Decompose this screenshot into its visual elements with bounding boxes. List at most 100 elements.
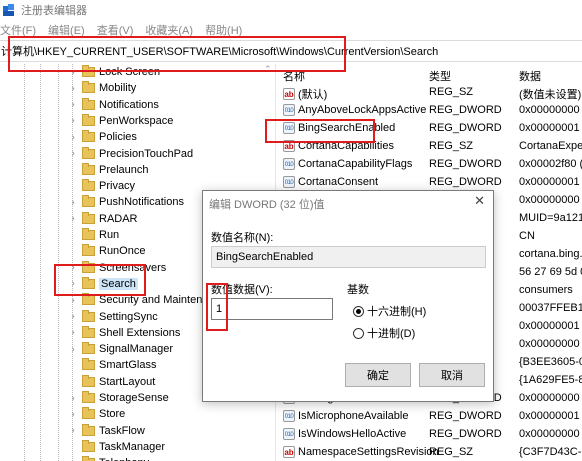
folder-icon [82,146,95,159]
value-data-cell: 0x00000001 (1) [519,410,582,422]
dialog-title: 编辑 DWORD (32 位)值 [209,199,325,211]
folder-icon [82,325,95,338]
tree-item-label: Search [99,277,138,290]
chevron-right-icon[interactable]: › [66,425,80,436]
value-name-text: CortanaConsent [298,176,379,188]
tree-item[interactable]: › Policies [66,129,137,145]
tree-item-label: Store [99,408,126,421]
chevron-right-icon[interactable]: › [66,148,80,159]
folder-icon [82,97,95,110]
value-data-input[interactable]: 1 [211,298,333,320]
tree-item-label: TaskManager [99,440,166,453]
chevron-right-icon[interactable]: › [66,262,80,273]
tree-item[interactable]: › PushNotifications [66,194,184,210]
address-path[interactable]: 计算机\HKEY_CURRENT_USER\SOFTWARE\Microsoft… [1,43,438,59]
value-data-cell: 0x00000001 (1) [519,320,582,332]
menu-view[interactable]: 查看(V) [97,22,134,38]
scroll-up-arrow-icon[interactable]: ⌃ [264,64,272,75]
address-bar[interactable]: 计算机\HKEY_CURRENT_USER\SOFTWARE\Microsoft… [0,40,582,62]
tree-item[interactable]: › StorageSense [66,390,169,406]
folder-icon [82,391,95,403]
tree-item[interactable]: Privacy [66,178,135,194]
folder-icon [82,423,95,436]
value-row[interactable]: 010 IsMicrophoneAvailable REG_DWORD 0x00000… [279,408,582,426]
dword-icon: 010 [283,176,295,188]
tree-item-label: Mobility [99,82,137,95]
chevron-right-icon[interactable]: › [66,115,80,126]
value-row[interactable]: 010 IsWindowsHelloActive REG_DWORD 0x000000… [279,426,582,444]
tree-item[interactable]: › Mobility [66,80,136,96]
chevron-right-icon[interactable]: › [66,409,80,420]
tree-item[interactable]: Prelaunch [66,162,149,178]
decimal-radio-label: 十进制(D) [367,328,416,340]
tree-item-label: Policies [99,131,137,144]
tree-item[interactable]: › Store [66,406,125,422]
chevron-right-icon[interactable]: › [66,197,80,208]
cancel-button[interactable]: 取消 [419,363,485,387]
tree-item[interactable]: › SignalManager [66,341,173,357]
value-name-text: IsWindowsHelloActive [298,428,407,440]
tree-connector [66,169,80,170]
value-data-cell: CortanaExperien [519,140,582,152]
tree-item[interactable]: › PrecisionTouchPad [66,146,193,162]
value-name-text: NamespaceSettingsRevision [298,446,439,458]
tree-connector [66,186,80,187]
tree-item[interactable]: › Shell Extensions [66,325,180,341]
chevron-right-icon[interactable]: › [66,99,80,110]
menu-file[interactable]: 文件(F) [0,22,36,38]
header-type[interactable]: 类型 [429,68,451,84]
chevron-right-icon[interactable]: › [66,327,80,338]
tree-item[interactable]: › Notifications [66,97,159,113]
chevron-right-icon[interactable]: › [66,83,80,94]
menu-edit[interactable]: 编辑(E) [48,22,85,38]
chevron-right-icon[interactable]: › [66,67,80,78]
header-name[interactable]: 名称 [283,68,305,84]
chevron-right-icon[interactable]: › [66,311,80,322]
window-title: 注册表编辑器 [21,5,87,17]
value-row[interactable]: ab NamespaceSettingsRevision REG_SZ {C3F7D4… [279,444,582,461]
value-data-cell: 0x00000001 (1) [519,122,582,134]
tree-item[interactable]: SmartGlass [66,357,156,373]
tree-item-label: Lock Screen [99,66,161,78]
value-row[interactable]: 010 CortanaCapabilityFlags REG_DWORD 0x0000… [279,156,582,174]
hex-radio[interactable]: 十六进制(H) [353,303,426,319]
tree-item[interactable]: StartLayout [66,374,155,390]
header-data[interactable]: 数据 [519,68,541,84]
tree-item[interactable]: › RADAR [66,211,138,227]
close-icon[interactable]: ✕ [474,193,485,209]
chevron-right-icon[interactable]: › [66,213,80,224]
tree-item[interactable]: › Search [66,276,138,292]
chevron-right-icon[interactable]: › [66,295,80,306]
tree-item[interactable]: › Lock Screen [66,64,160,80]
tree-item[interactable]: › SettingSync [66,309,158,325]
tree-item[interactable]: › TaskFlow [66,423,145,439]
ok-button[interactable]: 确定 [345,363,411,387]
base-label: 基数 [347,284,369,296]
tree-item[interactable]: › Screensavers [66,260,166,276]
value-type-cell: REG_DWORD [429,104,502,116]
chevron-right-icon[interactable]: › [66,278,80,289]
tree-item[interactable]: Run [66,227,119,243]
tree-connector [66,381,80,382]
tree-item[interactable]: › PenWorkspace [66,113,173,129]
folder-icon [82,195,95,208]
tree-item[interactable]: RunOnce [66,243,145,259]
tree-item-label: SettingSync [99,310,158,323]
tree-item-label: Privacy [99,180,136,193]
value-row[interactable]: abCortanaCapabilities REG_SZ CortanaExperi… [279,138,582,156]
value-data-label: 数值数据(V): [211,284,273,296]
value-name-cell: 010 CortanaConsent [283,176,378,188]
decimal-radio[interactable]: 十进制(D) [353,325,415,341]
value-row[interactable]: 010 BingSearchEnabled REG_DWORD 0x00000001 … [279,120,582,138]
chevron-right-icon[interactable]: › [66,132,80,143]
tree-item[interactable]: ›Telephony [66,455,149,461]
value-row[interactable]: ab (默认) REG_SZ (数值未设置) [279,84,582,102]
chevron-right-icon[interactable]: › [66,393,80,404]
tree-item[interactable]: TaskManager [66,439,165,455]
menu-favorites[interactable]: 收藏夹(A) [145,22,193,38]
chevron-right-icon[interactable]: › [66,344,80,355]
value-data-cell: 0x00000000 (0) [519,338,582,350]
menu-help[interactable]: 帮助(H) [205,22,242,38]
value-data-cell: 0x00000001 (1) [519,176,582,188]
value-row[interactable]: 010 AnyAboveLockAppsActive REG_DWORD 0x0000… [279,102,582,120]
